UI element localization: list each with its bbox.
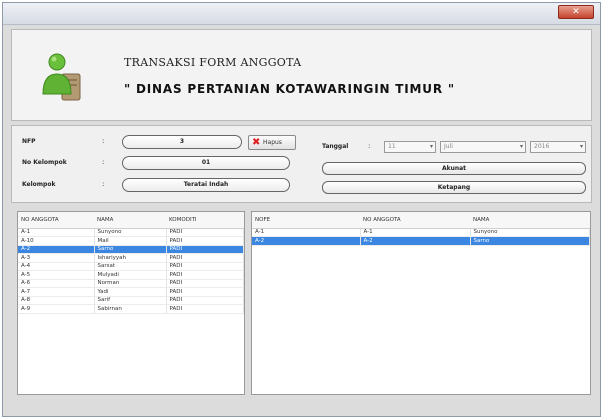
close-icon: ✕ <box>572 7 580 17</box>
table-cell: A-10 <box>18 236 95 246</box>
selected-members-table[interactable]: NOFE NO ANGGOTA NAMA A-1 A-1 Sunyono A-2 A-2… <box>251 211 591 395</box>
column-header[interactable]: NAMA <box>94 212 166 229</box>
table-cell: Sarsat <box>94 262 167 271</box>
title-bar: ✕ <box>3 3 600 25</box>
table-cell: PADI <box>166 270 244 280</box>
table-cell: A-2 <box>18 245 95 254</box>
table-row[interactable]: A-4 Sarsat PADI <box>18 262 244 271</box>
table-cell: A-1 <box>252 228 361 237</box>
table-row[interactable]: A-1 Sunyono PADI <box>18 228 244 237</box>
table-cell: PADI <box>166 296 244 305</box>
table-cell: A-1 <box>360 228 471 237</box>
tanggal-label: Tanggal <box>322 143 349 150</box>
close-window-button[interactable]: ✕ <box>558 5 594 19</box>
table-cell: Norman <box>94 279 167 288</box>
table-cell: PADI <box>166 304 244 314</box>
table-cell: A-2 <box>360 236 471 246</box>
table-cell: Sunyono <box>470 228 590 237</box>
table-row[interactable]: A-6 Norman PADI <box>18 279 244 288</box>
delete-button[interactable]: ✖ Hapus <box>248 135 296 150</box>
users-icon <box>38 48 88 104</box>
kelompok-field[interactable]: Teratai Indah <box>122 178 290 192</box>
table-cell: Sabirnan <box>94 304 167 314</box>
year-select[interactable]: 2016 ▾ <box>530 141 586 153</box>
kelompok-colon: : <box>102 180 105 188</box>
table-cell: A-4 <box>18 262 95 271</box>
members-table[interactable]: NO ANGGOTA NAMA KOMODITI A-1 Sunyono PADI A… <box>17 211 245 395</box>
table-row[interactable]: A-10 Mail PADI <box>18 236 244 246</box>
table-cell: PADI <box>166 236 244 246</box>
table-row[interactable]: A-5 Mulyadi PADI <box>18 270 244 280</box>
table-cell: PADI <box>166 287 244 297</box>
month-select-value: Juli <box>444 143 453 150</box>
nfp-colon: : <box>102 137 105 145</box>
table-header-row: NOFE NO ANGGOTA NAMA <box>252 212 590 229</box>
table-cell: A-2 <box>252 236 361 246</box>
year-select-value: 2016 <box>534 143 550 150</box>
table-row[interactable]: A-3 Ishariyyah PADI <box>18 253 244 263</box>
table-cell: PADI <box>166 253 244 263</box>
table-cell: A-8 <box>18 296 95 305</box>
table-cell: A-5 <box>18 270 95 280</box>
header-panel: TRANSAKSI FORM ANGGOTA " DINAS PERTANIAN… <box>11 29 592 121</box>
table-cell: Mulyadi <box>94 270 167 280</box>
form-panel: NFP : 3 ✖ Hapus No Kelompok : 01 Kelompo… <box>11 125 592 203</box>
column-header[interactable]: NO ANGGOTA <box>18 212 94 229</box>
table-cell: PADI <box>166 262 244 271</box>
column-header[interactable]: NO ANGGOTA <box>360 212 470 229</box>
table-header-row: NO ANGGOTA NAMA KOMODITI <box>18 212 244 229</box>
table-cell: PADI <box>166 279 244 288</box>
ketapang-button[interactable]: Ketapang <box>322 181 586 194</box>
delete-icon: ✖ <box>252 137 261 148</box>
chevron-down-icon: ▾ <box>519 143 523 150</box>
nfp-label: NFP <box>22 138 36 145</box>
table-cell: Sunyono <box>94 228 167 237</box>
table-cell: Mail <box>94 236 167 246</box>
app-window: ✕ TRANSAKSI FORM ANGGOTA " DINAS PERTANI… <box>2 2 601 417</box>
table-cell: PADI <box>166 228 244 237</box>
no-kelompok-field[interactable]: 01 <box>122 156 290 170</box>
table-cell: Sarif <box>94 296 167 305</box>
table-row[interactable]: A-1 A-1 Sunyono <box>252 228 590 237</box>
column-header[interactable]: KOMODITI <box>166 212 244 229</box>
table-row[interactable]: A-7 Yadi PADI <box>18 287 244 297</box>
month-select[interactable]: Juli ▾ <box>440 141 526 153</box>
kelompok-label: Kelompok <box>22 181 56 188</box>
table-row[interactable]: A-8 Sarif PADI <box>18 296 244 305</box>
column-header[interactable]: NAMA <box>470 212 590 229</box>
akunat-button[interactable]: Akunat <box>322 162 586 175</box>
day-select-value: 11 <box>388 143 396 150</box>
table-row[interactable]: A-2 Sarno PADI <box>18 245 244 254</box>
tanggal-colon: : <box>368 142 371 150</box>
table-cell: Sarno <box>94 245 167 254</box>
chevron-down-icon: ▾ <box>429 143 433 150</box>
table-cell: Yadi <box>94 287 167 297</box>
table-cell: A-1 <box>18 228 95 237</box>
day-select[interactable]: 11 ▾ <box>384 141 436 153</box>
table-cell: A-9 <box>18 304 95 314</box>
table-row[interactable]: A-9 Sabirnan PADI <box>18 304 244 314</box>
no-kelompok-label: No Kelompok <box>22 159 67 166</box>
delete-button-label: Hapus <box>263 139 282 146</box>
chevron-down-icon: ▾ <box>579 143 583 150</box>
no-kelompok-colon: : <box>102 158 105 166</box>
organization-title: " DINAS PERTANIAN KOTAWARINGIN TIMUR " <box>124 82 455 96</box>
table-cell: PADI <box>166 245 244 254</box>
table-cell: Ishariyyah <box>94 253 167 263</box>
table-row[interactable]: A-2 A-2 Sarno <box>252 236 590 246</box>
nfp-field[interactable]: 3 <box>122 135 242 149</box>
column-header[interactable]: NOFE <box>252 212 360 229</box>
table-cell: A-6 <box>18 279 95 288</box>
table-cell: A-7 <box>18 287 95 297</box>
table-cell: Sarno <box>470 236 590 246</box>
table-cell: A-3 <box>18 253 95 263</box>
form-title: TRANSAKSI FORM ANGGOTA <box>124 56 302 69</box>
